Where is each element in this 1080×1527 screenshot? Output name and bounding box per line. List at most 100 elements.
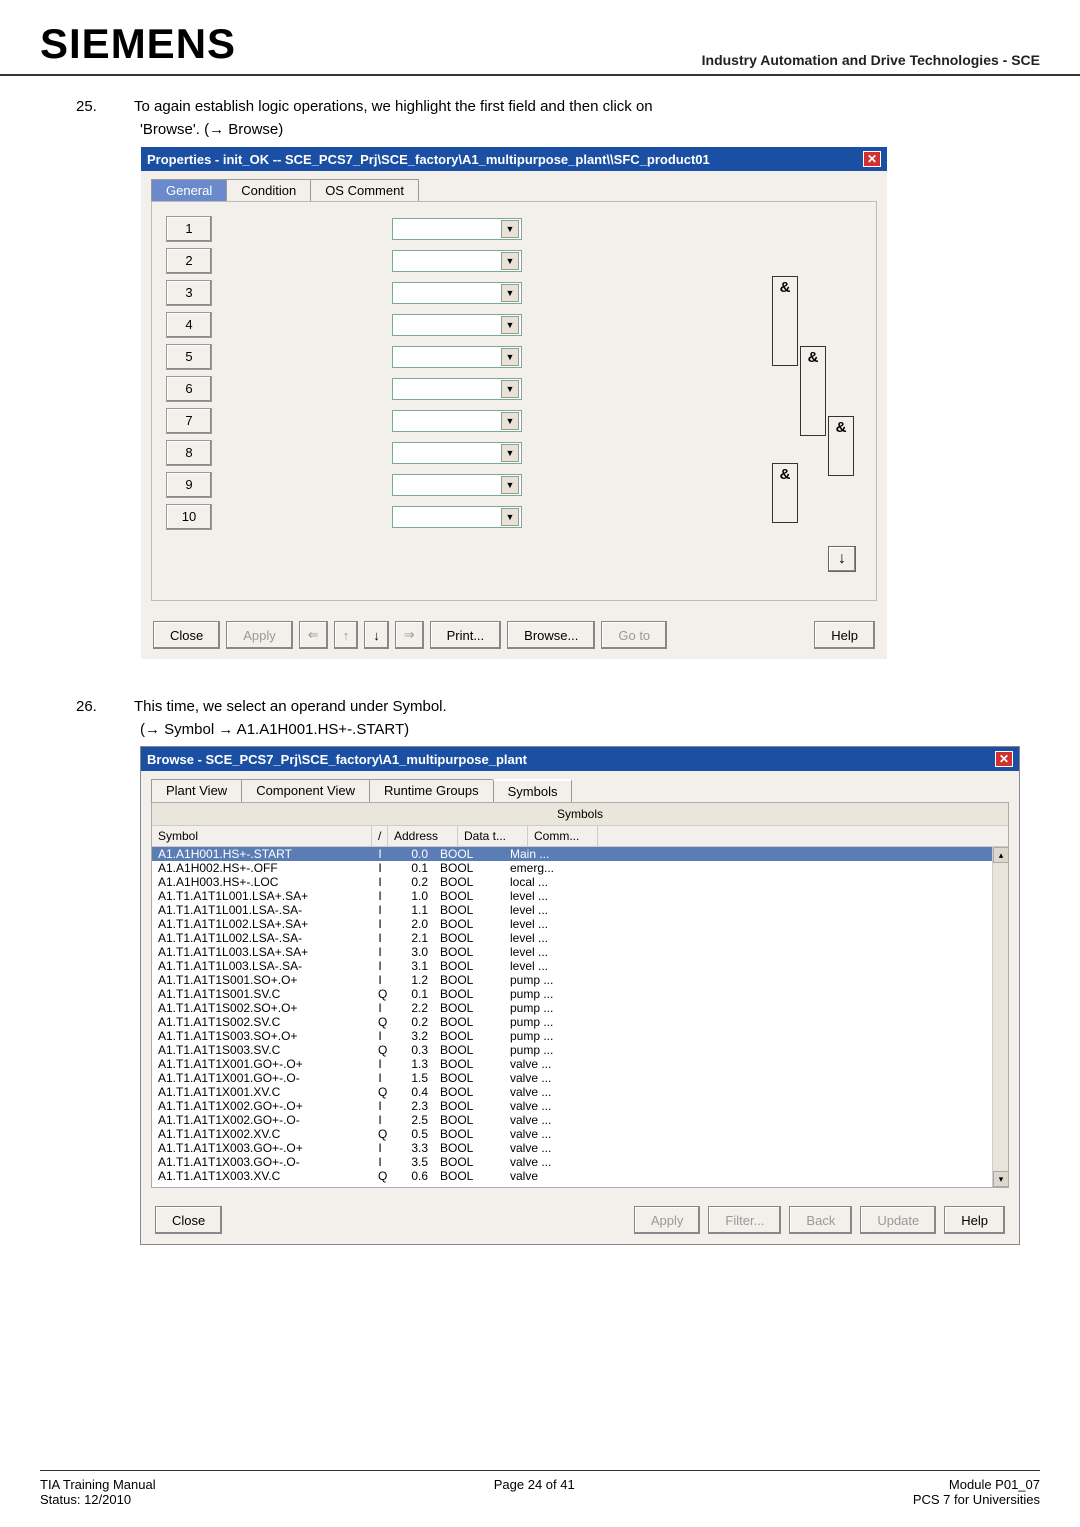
row-number-button[interactable]: 8: [166, 440, 212, 466]
footer-manual: TIA Training Manual: [40, 1477, 156, 1492]
symbol-row[interactable]: A1.T1.A1T1L003.LSA+.SA+I3.0BOOLlevel ...: [152, 945, 1008, 959]
symbol-row[interactable]: A1.A1H003.HS+-.LOCI0.2BOOLlocal ...: [152, 875, 1008, 889]
scroll-down-icon[interactable]: ▾: [993, 1171, 1008, 1187]
condition-dropdown[interactable]: ▼: [392, 250, 522, 272]
and-gate-4[interactable]: &: [772, 463, 798, 523]
condition-dropdown[interactable]: ▼: [392, 282, 522, 304]
symbol-row[interactable]: A1.T1.A1T1S003.SV.CQ0.3BOOLpump ...: [152, 1043, 1008, 1057]
apply-button[interactable]: Apply: [226, 621, 293, 649]
condition-row: 8▼: [166, 440, 862, 466]
goto-button[interactable]: Go to: [601, 621, 667, 649]
browse-help-button[interactable]: Help: [944, 1206, 1005, 1234]
browse-update-button[interactable]: Update: [860, 1206, 936, 1234]
tab-runtime-groups[interactable]: Runtime Groups: [369, 779, 494, 802]
step-25-text: To again establish logic operations, we …: [134, 98, 653, 115]
symbol-row[interactable]: A1.T1.A1T1X003.XV.CQ0.6BOOLvalve: [152, 1169, 1008, 1183]
browse-tabs: Plant View Component View Runtime Groups…: [141, 771, 1019, 802]
condition-dropdown[interactable]: ▼: [392, 442, 522, 464]
row-number-button[interactable]: 5: [166, 344, 212, 370]
symbols-group-label: Symbols: [152, 803, 1008, 826]
and-gate-2[interactable]: &: [800, 346, 826, 436]
chevron-down-icon: ▼: [501, 412, 519, 430]
browse-apply-button[interactable]: Apply: [634, 1206, 701, 1234]
nav-up-button[interactable]: ↑: [334, 621, 359, 649]
help-button[interactable]: Help: [814, 621, 875, 649]
condition-dropdown[interactable]: ▼: [392, 314, 522, 336]
browse-filter-button[interactable]: Filter...: [708, 1206, 781, 1234]
nav-left-button[interactable]: ⇐: [299, 621, 328, 649]
and-gate-1[interactable]: &: [772, 276, 798, 366]
row-number-button[interactable]: 1: [166, 216, 212, 242]
condition-dropdown[interactable]: ▼: [392, 474, 522, 496]
nav-down-button[interactable]: ↓: [364, 621, 389, 649]
scroll-up-icon[interactable]: ▴: [993, 847, 1008, 863]
footer-module: Module P01_07: [913, 1477, 1040, 1492]
condition-dropdown[interactable]: ▼: [392, 378, 522, 400]
condition-dropdown[interactable]: ▼: [392, 218, 522, 240]
col-address[interactable]: Address: [388, 826, 458, 846]
tab-condition[interactable]: Condition: [226, 179, 311, 201]
symbol-row[interactable]: A1.T1.A1T1S001.SO+.O+I1.2BOOLpump ...: [152, 973, 1008, 987]
symbol-row[interactable]: A1.T1.A1T1S001.SV.CQ0.1BOOLpump ...: [152, 987, 1008, 1001]
symbol-row[interactable]: A1.A1H002.HS+-.OFFI0.1BOOLemerg...: [152, 861, 1008, 875]
symbol-row[interactable]: A1.T1.A1T1X003.GO+-.O+I3.3BOOLvalve ...: [152, 1141, 1008, 1155]
symbol-row[interactable]: A1.T1.A1T1S003.SO+.O+I3.2BOOLpump ...: [152, 1029, 1008, 1043]
tab-general[interactable]: General: [151, 179, 227, 201]
symbol-row[interactable]: A1.T1.A1T1S002.SV.CQ0.2BOOLpump ...: [152, 1015, 1008, 1029]
siemens-logo: SIEMENS: [40, 20, 236, 68]
browse-button[interactable]: Browse...: [507, 621, 595, 649]
step-26-text: This time, we select an operand under Sy…: [134, 698, 447, 715]
col-sort[interactable]: /: [372, 826, 388, 846]
step-25: 25.To again establish logic operations, …: [100, 98, 1020, 115]
scrollbar[interactable]: ▴ ▾: [992, 847, 1008, 1187]
symbol-row[interactable]: A1.T1.A1T1X001.XV.CQ0.4BOOLvalve ...: [152, 1085, 1008, 1099]
symbol-row[interactable]: A1.T1.A1T1L003.LSA-.SA-I3.1BOOLlevel ...: [152, 959, 1008, 973]
row-number-button[interactable]: 3: [166, 280, 212, 306]
condition-row: 10 ▼: [166, 504, 862, 530]
chevron-down-icon: ▼: [501, 316, 519, 334]
symbol-row[interactable]: A1.T1.A1T1X001.GO+-.O+I1.3BOOLvalve ...: [152, 1057, 1008, 1071]
close-icon[interactable]: ✕: [863, 151, 881, 167]
condition-dropdown[interactable]: ▼: [392, 410, 522, 432]
browse-close-button[interactable]: Close: [155, 1206, 222, 1234]
chevron-down-icon: ▼: [501, 380, 519, 398]
tab-symbols[interactable]: Symbols: [493, 779, 573, 802]
symbol-row[interactable]: A1.T1.A1T1L002.LSA+.SA+I2.0BOOLlevel ...: [152, 917, 1008, 931]
step-25-sub: 'Browse'. (→ Browse): [140, 121, 1020, 138]
footer-left: TIA Training Manual Status: 12/2010: [40, 1477, 156, 1507]
down-arrow-button[interactable]: ↓: [828, 546, 856, 572]
condition-dropdown[interactable]: ▼: [392, 346, 522, 368]
col-comment[interactable]: Comm...: [528, 826, 598, 846]
nav-right-button[interactable]: ⇒: [395, 621, 424, 649]
row-number-button[interactable]: 10: [166, 504, 212, 530]
row-number-button[interactable]: 6: [166, 376, 212, 402]
symbol-row[interactable]: A1.T1.A1T1S002.SO+.O+I2.2BOOLpump ...: [152, 1001, 1008, 1015]
symbol-row[interactable]: A1.T1.A1T1X002.GO+-.O+I2.3BOOLvalve ...: [152, 1099, 1008, 1113]
tab-plant-view[interactable]: Plant View: [151, 779, 242, 802]
chevron-down-icon: ▼: [501, 284, 519, 302]
symbol-row[interactable]: A1.T1.A1T1X002.GO+-.O-I2.5BOOLvalve ...: [152, 1113, 1008, 1127]
symbol-row[interactable]: A1.T1.A1T1X003.GO+-.O-I3.5BOOLvalve ...: [152, 1155, 1008, 1169]
symbol-row[interactable]: A1.A1H001.HS+-.STARTI0.0BOOLMain ...: [152, 847, 1008, 861]
step-26-num: 26.: [100, 698, 134, 715]
condition-row: 2▼: [166, 248, 862, 274]
close-button[interactable]: Close: [153, 621, 220, 649]
browse-back-button[interactable]: Back: [789, 1206, 852, 1234]
tab-os-comment[interactable]: OS Comment: [310, 179, 419, 201]
condition-dropdown[interactable]: ▼: [392, 506, 522, 528]
row-number-button[interactable]: 7: [166, 408, 212, 434]
row-number-button[interactable]: 9: [166, 472, 212, 498]
symbol-row[interactable]: A1.T1.A1T1L001.LSA+.SA+I1.0BOOLlevel ...: [152, 889, 1008, 903]
print-button[interactable]: Print...: [430, 621, 502, 649]
close-icon[interactable]: ✕: [995, 751, 1013, 767]
row-number-button[interactable]: 2: [166, 248, 212, 274]
row-number-button[interactable]: 4: [166, 312, 212, 338]
tab-component-view[interactable]: Component View: [241, 779, 370, 802]
symbol-row[interactable]: A1.T1.A1T1X002.XV.CQ0.5BOOLvalve ...: [152, 1127, 1008, 1141]
col-symbol[interactable]: Symbol: [152, 826, 372, 846]
symbol-row[interactable]: A1.T1.A1T1L002.LSA-.SA-I2.1BOOLlevel ...: [152, 931, 1008, 945]
and-gate-3[interactable]: &: [828, 416, 854, 476]
symbol-row[interactable]: A1.T1.A1T1L001.LSA-.SA-I1.1BOOLlevel ...: [152, 903, 1008, 917]
symbol-row[interactable]: A1.T1.A1T1X001.GO+-.O-I1.5BOOLvalve ...: [152, 1071, 1008, 1085]
col-data-type[interactable]: Data t...: [458, 826, 528, 846]
